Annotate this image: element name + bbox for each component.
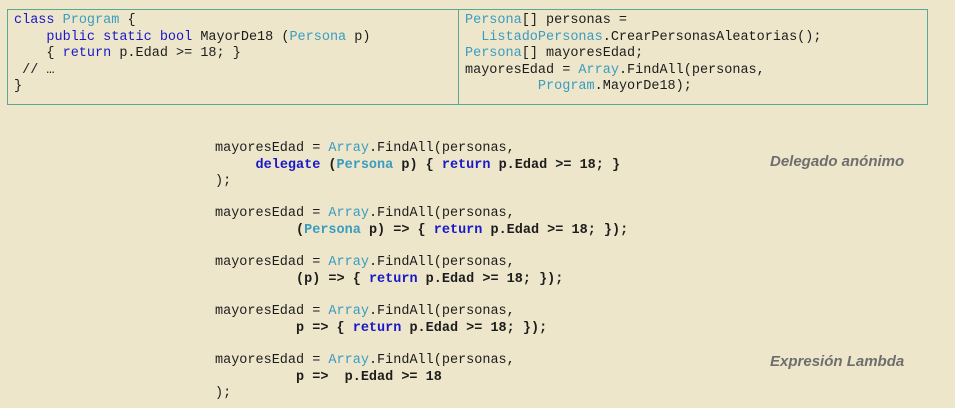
code-line: Persona[] mayoresEdad; [465, 46, 921, 63]
code-text: mayoresEdad = [215, 255, 329, 270]
code-line: // … [14, 63, 452, 80]
code-text: p => { [296, 320, 353, 336]
type-name: Array [328, 141, 369, 156]
code-text: p.Edad >= 18; }); [401, 320, 548, 336]
code-line: Persona[] personas = [465, 13, 921, 30]
code-line: mayoresEdad = Array.FindAll(personas, [465, 63, 921, 80]
code-line: class Program { [14, 13, 452, 30]
code-line: public static bool MayorDe18 (Persona p) [14, 30, 452, 47]
code-text: .FindAll(personas, [618, 62, 765, 78]
lambda-typed-example: mayoresEdad = Array.FindAll(personas, (P… [215, 206, 628, 239]
keyword: return [352, 320, 402, 336]
code-text: p) => { [360, 222, 434, 238]
code-text: mayoresEdad = [465, 62, 579, 78]
code-text: .FindAll(personas, [368, 353, 515, 368]
top-code-table: class Program { public static bool Mayor… [7, 9, 928, 105]
program-class-code: class Program { public static bool Mayor… [8, 10, 459, 104]
code-text: .MayorDe18); [594, 79, 692, 94]
code-text: mayoresEdad = [215, 141, 329, 156]
lambda-noparen-example: mayoresEdad = Array.FindAll(personas, p … [215, 304, 547, 337]
code-text: p) { [393, 157, 442, 173]
keyword: return [441, 157, 491, 173]
expression-lambda-example: mayoresEdad = Array.FindAll(personas, p … [215, 353, 515, 403]
keyword: public static bool [46, 29, 193, 45]
type-name: Array [328, 255, 369, 270]
code-line: ); [215, 386, 515, 403]
code-line: (p) => { return p.Edad >= 18; }); [215, 272, 563, 289]
code-line: Program.MayorDe18); [465, 79, 921, 96]
code-text: .FindAll(personas, [368, 255, 515, 270]
code-text: .FindAll(personas, [368, 141, 515, 156]
code-text: p) [346, 29, 371, 45]
code-line: mayoresEdad = Array.FindAll(personas, [215, 304, 547, 321]
type-name: Array [328, 206, 369, 221]
code-text: { [119, 13, 136, 28]
code-text: .FindAll(personas, [368, 304, 515, 319]
code-line: (Persona p) => { return p.Edad >= 18; })… [215, 223, 628, 240]
code-line: delegate (Persona p) { return p.Edad >= … [215, 157, 621, 175]
code-text: ( [296, 222, 305, 238]
type-name: ListadoPersonas [481, 29, 603, 45]
keyword: return [433, 222, 483, 238]
code-text: mayoresEdad = [215, 304, 329, 319]
code-text: p.Edad >= 18; } [490, 157, 621, 173]
code-line: mayoresEdad = Array.FindAll(personas, [215, 353, 515, 370]
keyword: return [62, 46, 112, 61]
code-line: { return p.Edad >= 18; } [14, 46, 452, 63]
keyword: return [368, 271, 418, 287]
code-line: ); [215, 174, 620, 191]
code-text: [] personas = [521, 13, 628, 28]
type-name: Array [578, 62, 619, 78]
code-text: [] mayoresEdad; [521, 46, 644, 61]
code-text: } [14, 79, 23, 94]
code-text: mayoresEdad = [215, 353, 329, 368]
code-text: (p) => { [296, 271, 369, 287]
code-text: ); [215, 174, 232, 189]
code-text: { [46, 46, 63, 61]
type-name: Persona [304, 222, 361, 238]
code-line: mayoresEdad = Array.FindAll(personas, [215, 141, 620, 158]
code-text: .CrearPersonasAleatorias(); [602, 29, 822, 45]
code-line: p => { return p.Edad >= 18; }); [215, 321, 547, 338]
code-line: p => p.Edad >= 18 [215, 370, 515, 387]
type-name: Persona [465, 46, 522, 61]
type-name: Array [328, 304, 369, 319]
code-text: MayorDe18 ( [192, 29, 290, 45]
code-text: ( [320, 157, 337, 173]
type-name: Persona [289, 29, 347, 45]
findall-method-code: Persona[] personas = ListadoPersonas.Cre… [459, 10, 927, 104]
code-line: mayoresEdad = Array.FindAll(personas, [215, 206, 628, 223]
code-line: mayoresEdad = Array.FindAll(personas, [215, 255, 563, 272]
keyword: class [14, 13, 55, 28]
lambda-note: Expresión Lambda [770, 353, 905, 370]
code-text: p.Edad >= 18; }); [482, 222, 629, 238]
keyword: delegate [255, 157, 321, 173]
type-name: Program [62, 13, 120, 28]
code-text: p.Edad >= 18; } [111, 46, 241, 61]
code-text: p => p.Edad >= 18 [296, 369, 442, 385]
code-comment: // … [14, 62, 55, 78]
code-text: p.Edad >= 18; }); [417, 271, 564, 287]
type-name: Persona [465, 13, 522, 28]
lambda-untyped-example: mayoresEdad = Array.FindAll(personas, (p… [215, 255, 563, 288]
code-text: mayoresEdad = [215, 206, 329, 221]
code-text: .FindAll(personas, [368, 206, 515, 221]
code-text: ); [215, 386, 232, 401]
anonymous-delegate-example: mayoresEdad = Array.FindAll(personas, de… [215, 141, 620, 191]
delegate-note: Delegado anónimo [770, 153, 905, 170]
type-name: Persona [336, 157, 394, 173]
type-name: Array [328, 353, 369, 368]
code-line: ListadoPersonas.CrearPersonasAleatorias(… [465, 30, 921, 47]
type-name: Program [537, 79, 595, 94]
code-line: } [14, 79, 452, 96]
